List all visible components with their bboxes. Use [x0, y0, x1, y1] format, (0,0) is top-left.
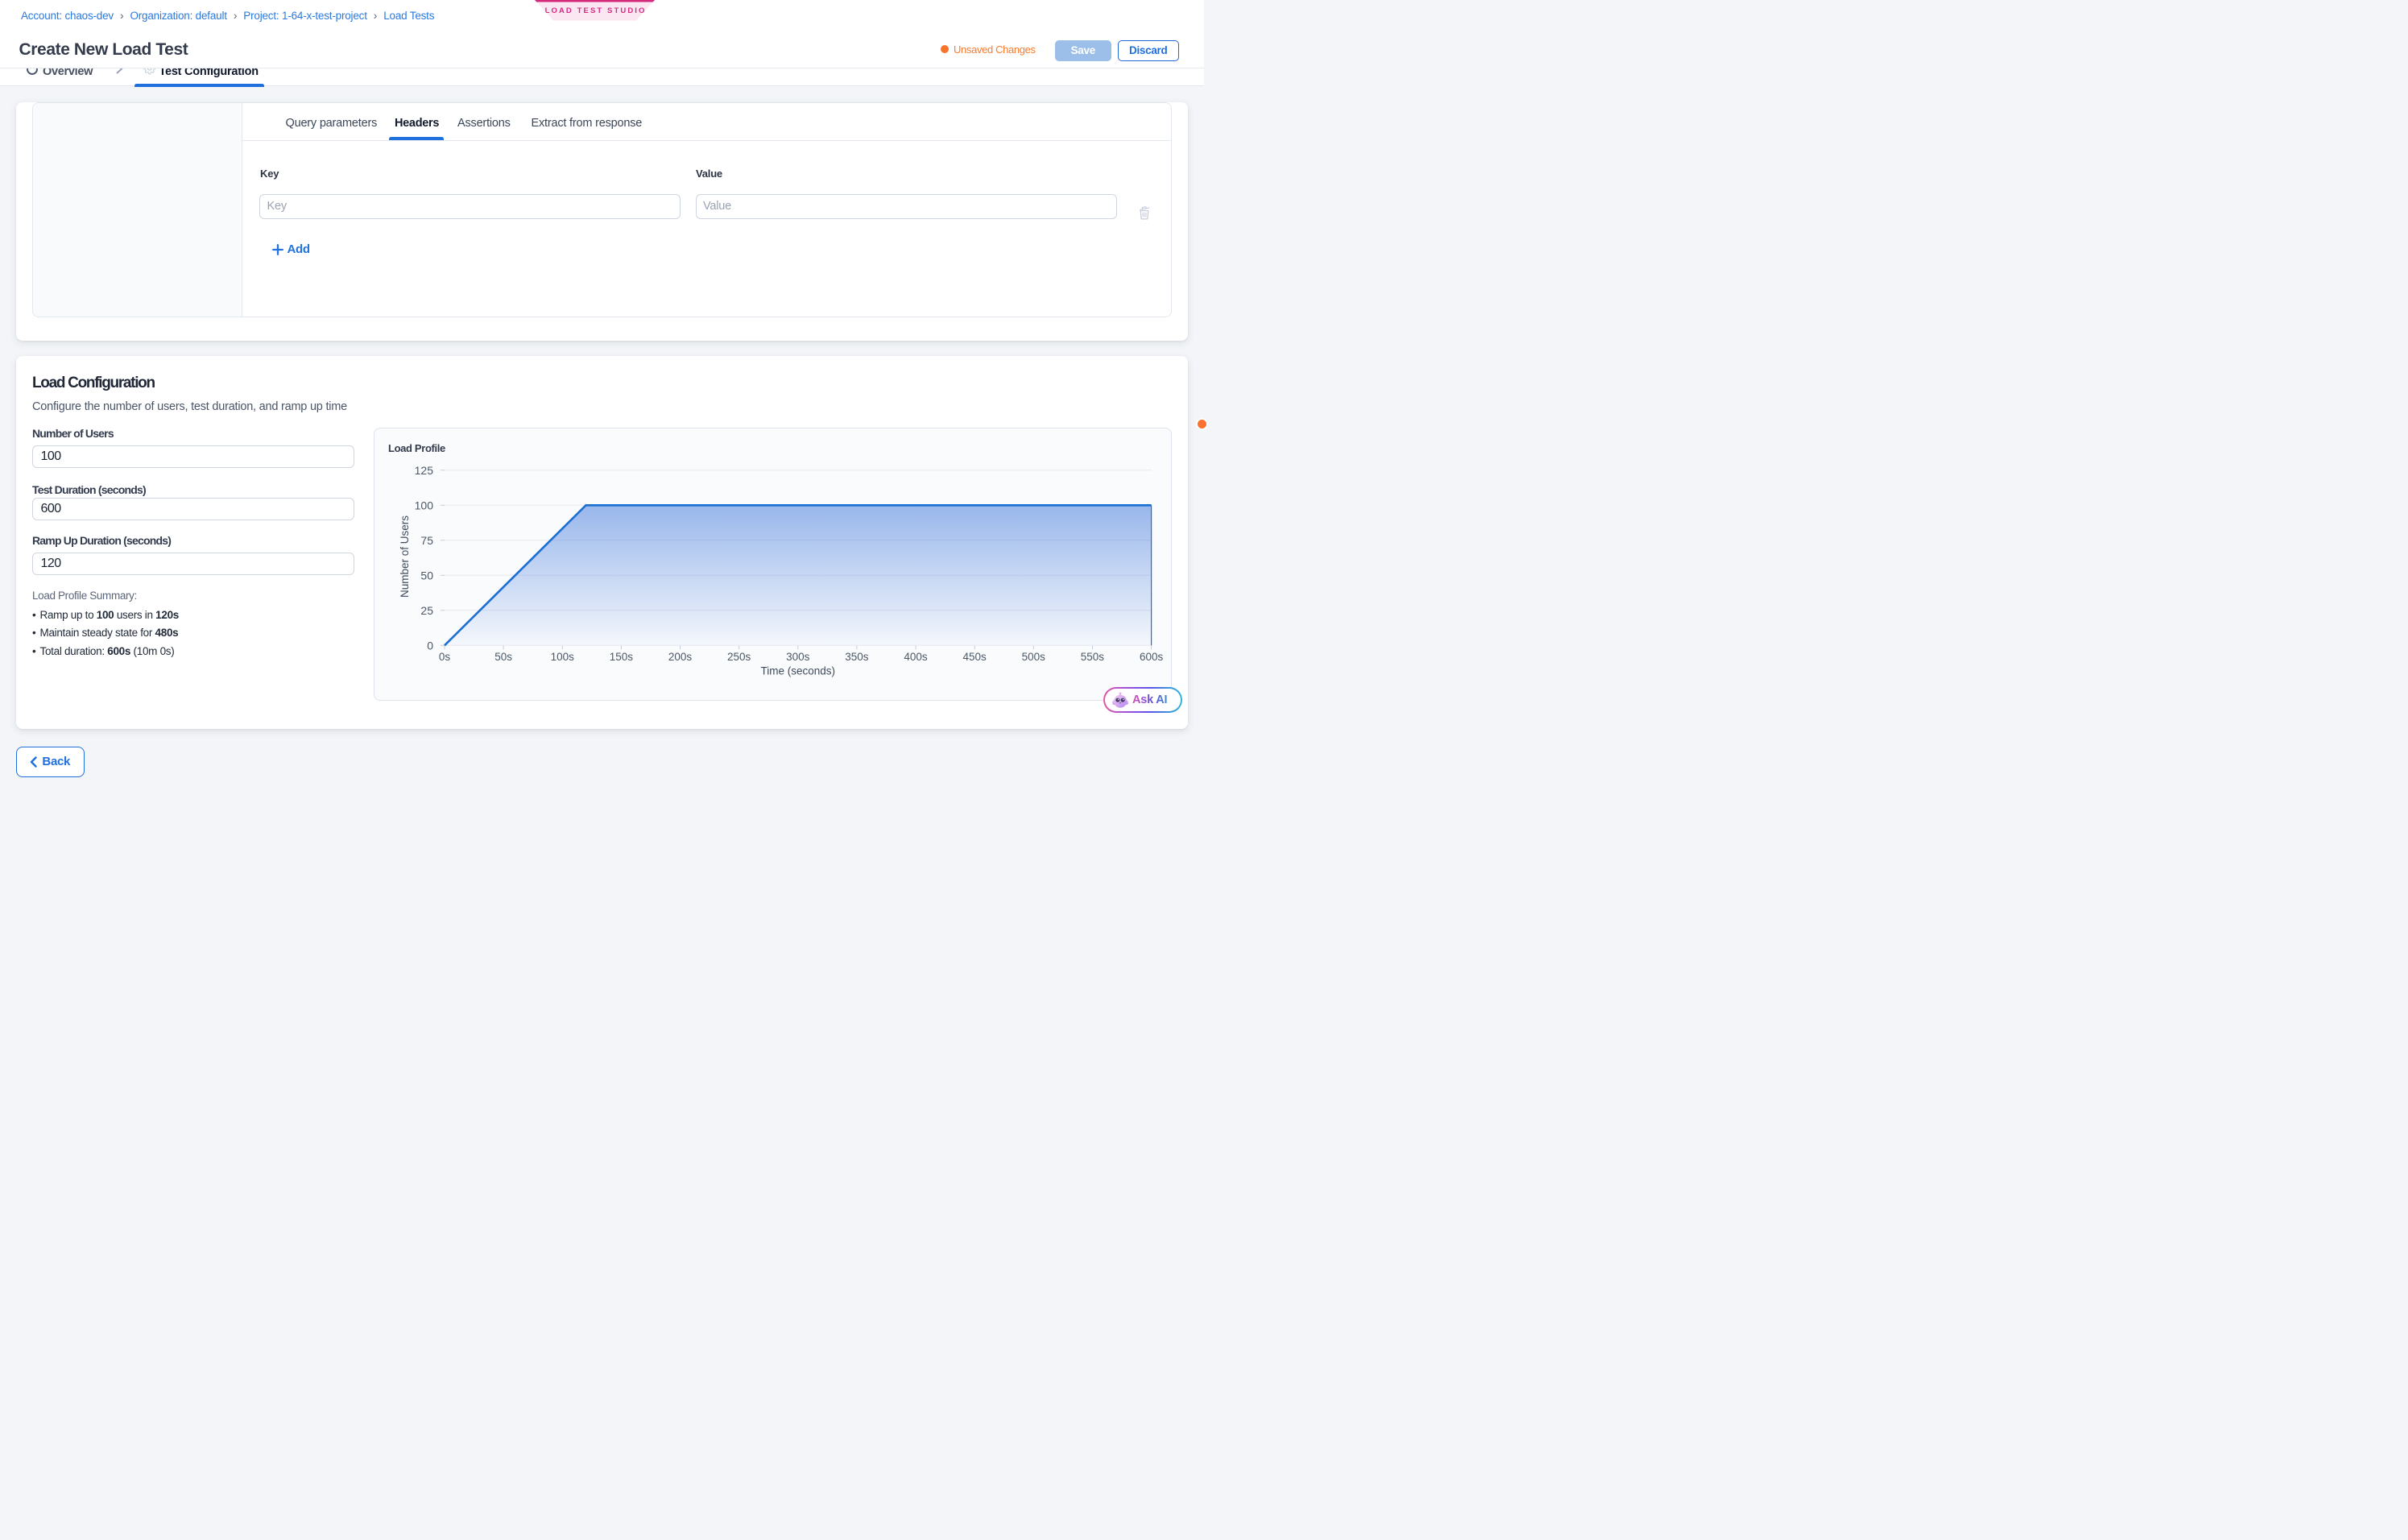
svg-text:75: 75 — [420, 534, 433, 547]
svg-text:100s: 100s — [551, 651, 575, 663]
svg-text:400s: 400s — [904, 651, 928, 663]
svg-text:Time (seconds): Time (seconds) — [761, 665, 836, 677]
svg-text:0: 0 — [427, 640, 433, 652]
svg-text:600s: 600s — [1140, 651, 1164, 663]
svg-text:100: 100 — [415, 499, 434, 512]
svg-text:0s: 0s — [439, 651, 451, 663]
svg-text:50s: 50s — [494, 651, 512, 663]
svg-text:125: 125 — [415, 464, 434, 477]
svg-text:150s: 150s — [610, 651, 634, 663]
svg-text:50: 50 — [420, 569, 433, 582]
svg-text:450s: 450s — [962, 651, 987, 663]
svg-text:500s: 500s — [1022, 651, 1046, 663]
svg-text:250s: 250s — [727, 651, 751, 663]
svg-text:550s: 550s — [1081, 651, 1105, 663]
svg-text:350s: 350s — [845, 651, 869, 663]
svg-text:25: 25 — [420, 604, 433, 617]
svg-text:300s: 300s — [786, 651, 810, 663]
svg-text:200s: 200s — [668, 651, 693, 663]
svg-text:Number of Users: Number of Users — [399, 515, 411, 598]
